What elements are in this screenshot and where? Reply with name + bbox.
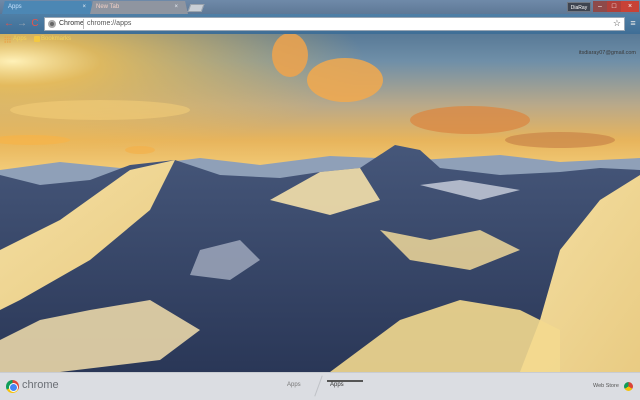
wallpaper-mountains xyxy=(0,0,640,372)
tab-label: New Tab xyxy=(96,4,120,10)
tab-label: Apps xyxy=(8,4,22,10)
star-icon[interactable]: ☆ xyxy=(613,17,621,29)
page-tab-apps-active[interactable]: Apps xyxy=(330,382,344,388)
minimize-icon[interactable]: – xyxy=(593,1,607,12)
webstore-link[interactable]: Web Store xyxy=(593,383,619,389)
apps-grid-icon[interactable] xyxy=(4,36,11,43)
bookmark-folder[interactable]: Bookmarks xyxy=(41,34,71,45)
chip-label: Chrome xyxy=(59,20,84,27)
close-window-icon[interactable]: × xyxy=(621,1,639,12)
new-tab-button[interactable] xyxy=(187,4,205,12)
profile-button[interactable]: DiaRay xyxy=(567,2,591,12)
tab-close-icon[interactable]: × xyxy=(174,1,178,14)
chrome-page-icon xyxy=(48,20,56,28)
address-bar[interactable]: Chrome chrome://apps ☆ xyxy=(44,17,625,31)
webstore-icon[interactable] xyxy=(624,382,633,391)
brand-label: chrome xyxy=(22,379,59,391)
chrome-logo-icon xyxy=(6,380,19,393)
tab-strip: Apps × New Tab × DiaRay – □ × xyxy=(0,0,640,14)
account-email[interactable]: itsdiaray07@gmail.com xyxy=(579,50,636,56)
launcher-bar: chrome Apps Apps Web Store xyxy=(0,372,640,400)
url-text[interactable]: chrome://apps xyxy=(87,18,131,30)
maximize-icon[interactable]: □ xyxy=(607,1,621,12)
tab-apps[interactable]: Apps × xyxy=(2,1,94,14)
bookmarks-bar: Apps Bookmarks xyxy=(0,34,640,45)
bookmark-apps[interactable]: Apps xyxy=(13,34,27,45)
divider xyxy=(83,19,84,29)
forward-arrow-icon[interactable]: → xyxy=(16,17,28,30)
tab-new-tab[interactable]: New Tab × xyxy=(90,1,188,14)
toolbar: ← → C Chrome chrome://apps ☆ ≡ xyxy=(0,14,640,34)
menu-icon[interactable]: ≡ xyxy=(629,18,637,29)
folder-icon[interactable] xyxy=(34,36,40,42)
page-tab-apps[interactable]: Apps xyxy=(287,382,301,388)
tab-close-icon[interactable]: × xyxy=(82,1,86,14)
reload-icon[interactable]: C xyxy=(29,17,41,30)
back-arrow-icon[interactable]: ← xyxy=(3,17,15,30)
divider xyxy=(314,375,323,397)
